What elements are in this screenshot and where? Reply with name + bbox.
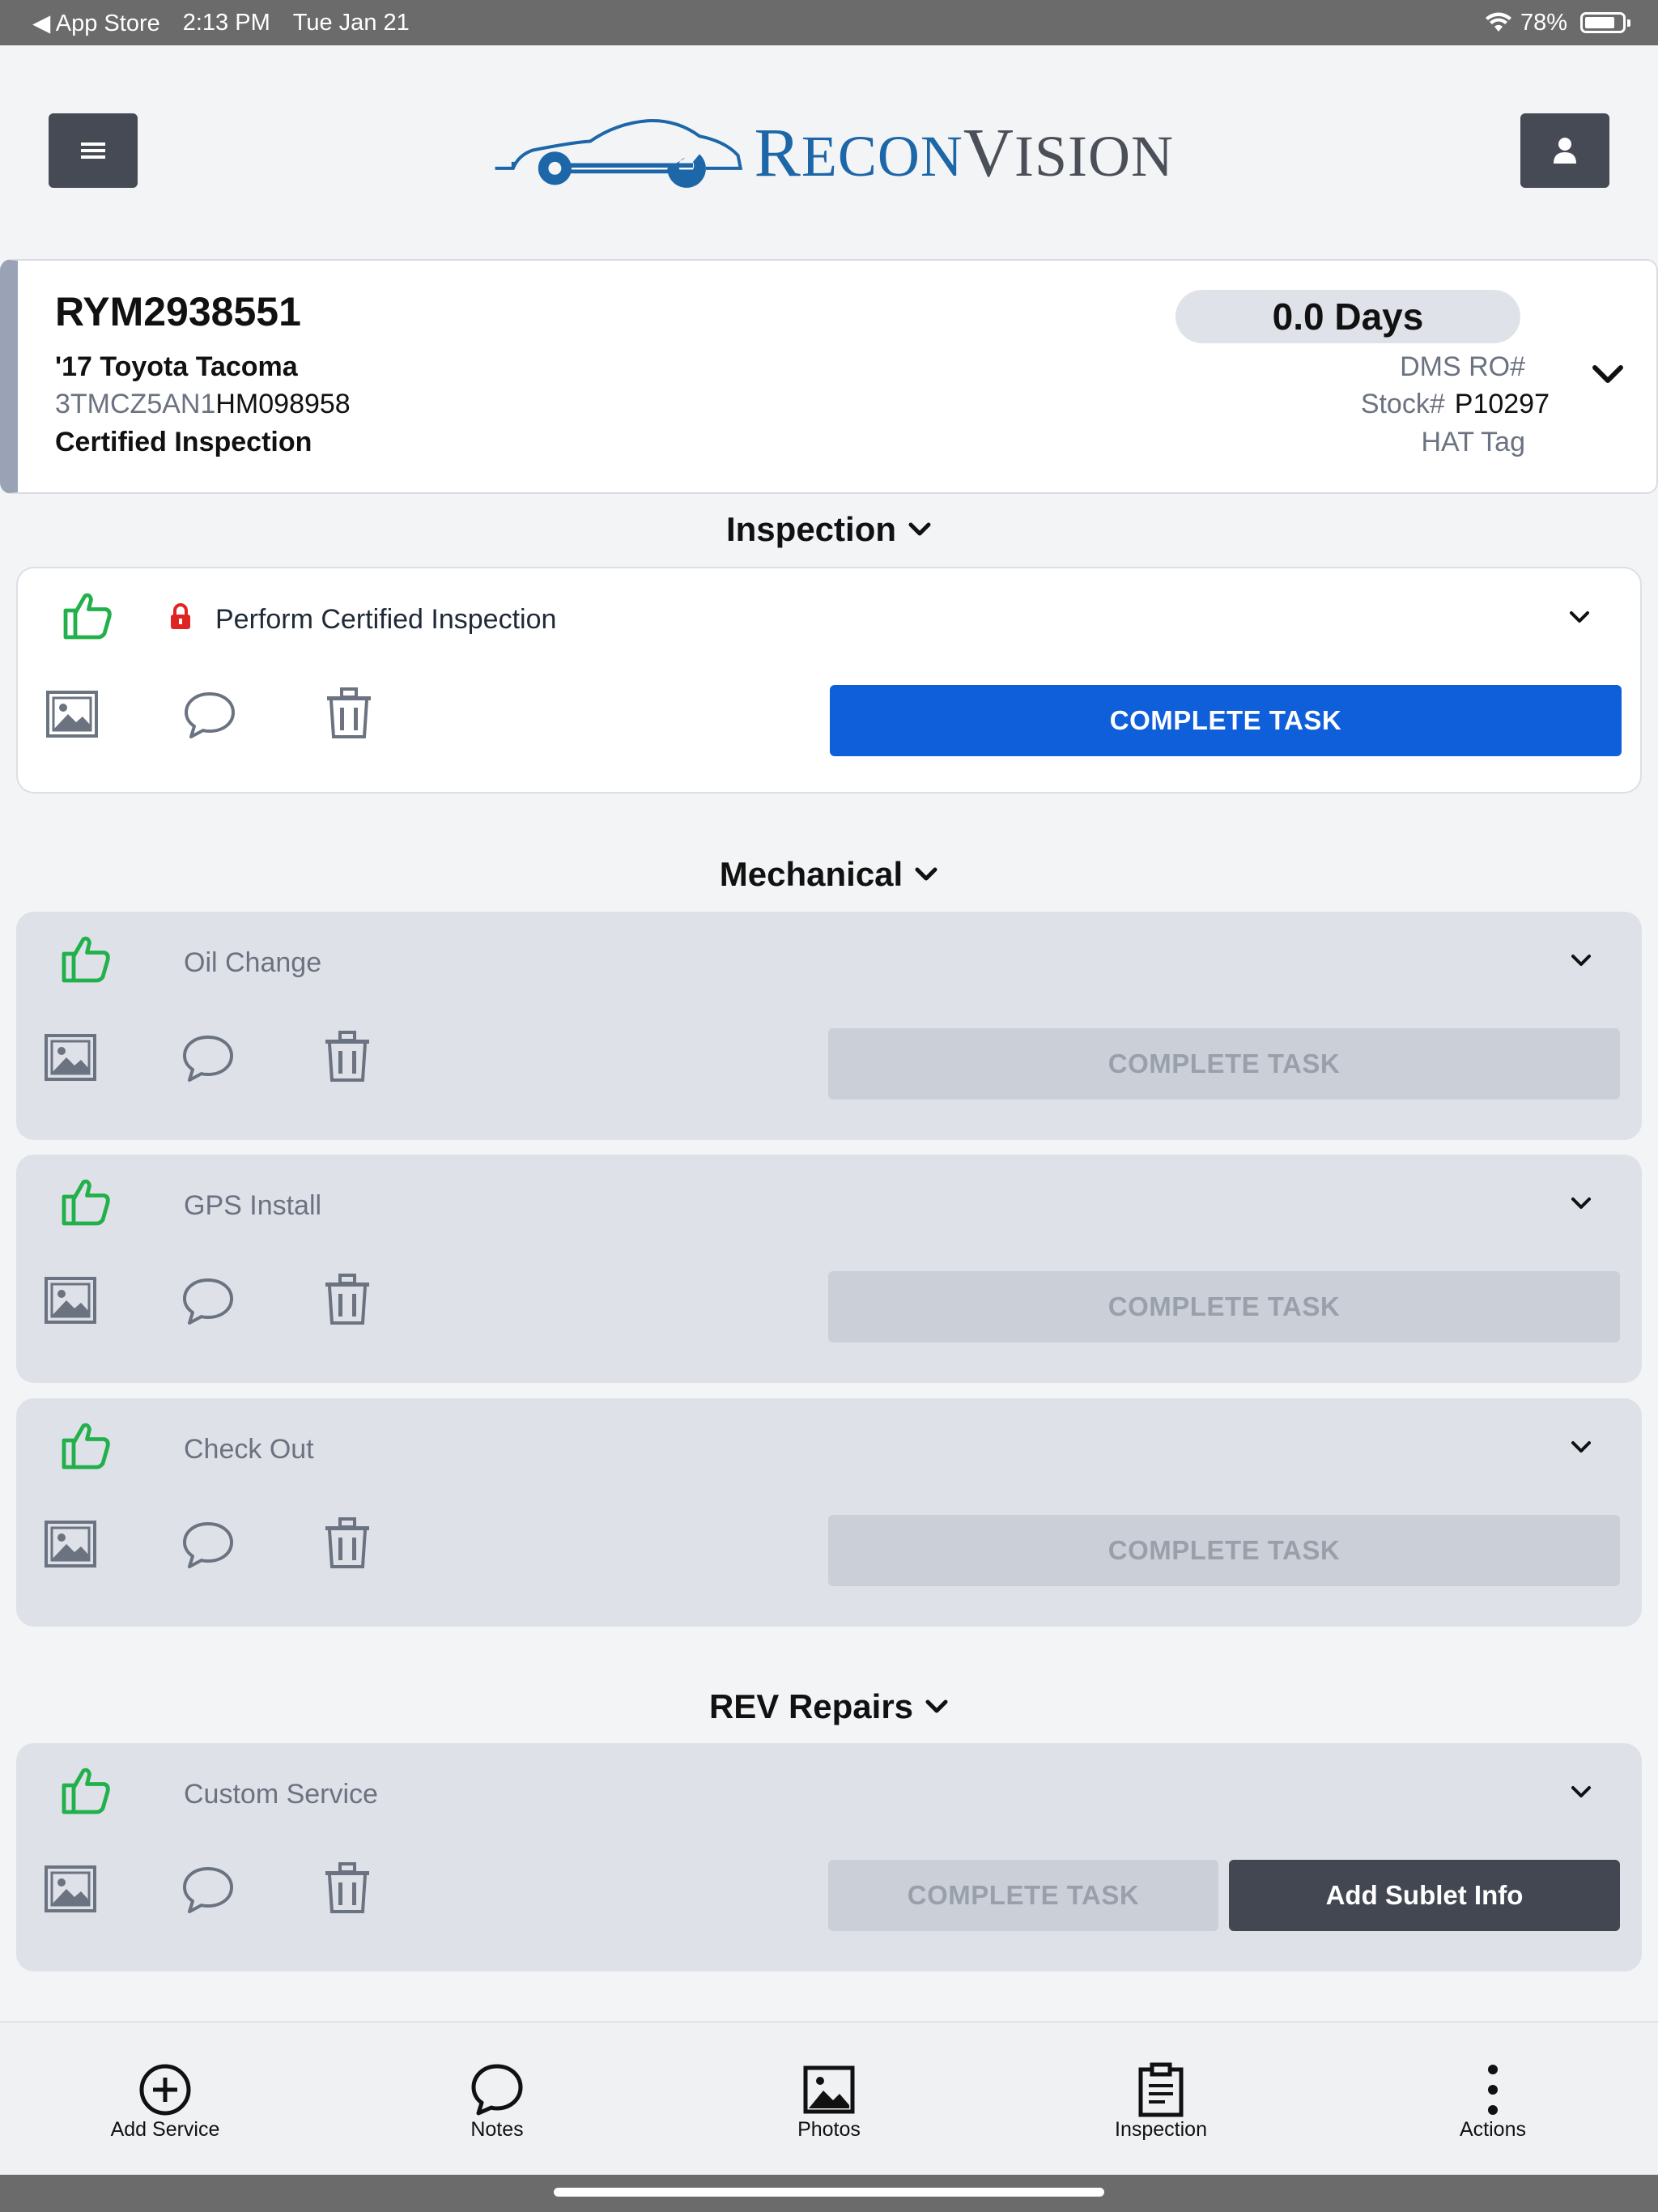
task-delete-icon[interactable]: [322, 1273, 372, 1326]
more-vertical-icon: [1488, 2065, 1498, 2115]
thumbs-up-icon[interactable]: [57, 929, 115, 988]
chevron-down-icon: [915, 867, 937, 881]
task-note-icon[interactable]: [181, 1865, 235, 1915]
section-header-mechanical[interactable]: Mechanical: [0, 855, 1658, 894]
tab-actions[interactable]: Actions: [1371, 2023, 1614, 2176]
battery-percent: 78%: [1520, 9, 1567, 36]
wifi-icon: [1485, 12, 1511, 32]
menu-button[interactable]: [49, 113, 138, 188]
tab-notes[interactable]: Notes: [376, 2023, 619, 2176]
battery-icon: [1580, 12, 1630, 33]
task-expand-chevron-icon[interactable]: [1571, 954, 1592, 968]
task-card-oil-change: Oil Change COMPLETE TASK: [16, 912, 1642, 1140]
task-card-custom-service: Custom Service COMPLETE TASK Add Sublet …: [16, 1743, 1642, 1972]
task-photo-icon[interactable]: [45, 690, 99, 738]
stock-value: P10297: [1454, 389, 1550, 419]
stock-number-line: Stock# P10297: [1361, 389, 1550, 420]
task-delete-icon[interactable]: [324, 687, 374, 740]
tab-add-service[interactable]: Add Service: [44, 2023, 287, 2176]
task-note-icon[interactable]: [181, 1520, 235, 1570]
days-in-recon-badge: 0.0 Days: [1175, 290, 1520, 343]
back-to-app-store[interactable]: ◀ App Store: [32, 9, 160, 37]
task-name: Check Out: [184, 1434, 314, 1465]
vehicle-stock-id: RYM2938551: [55, 289, 301, 334]
complete-task-button[interactable]: COMPLETE TASK: [830, 685, 1622, 756]
status-bar: ◀ App Store 2:13 PM Tue Jan 21 78%: [0, 0, 1658, 45]
task-expand-chevron-icon[interactable]: [1571, 1197, 1592, 1211]
hamburger-icon: [81, 143, 105, 159]
thumbs-up-icon[interactable]: [57, 1761, 115, 1819]
chat-bubble-icon: [471, 2064, 523, 2116]
home-indicator[interactable]: [554, 2188, 1104, 2197]
dms-ro-line: DMS RO#: [1400, 351, 1535, 383]
tab-label: Notes: [470, 2118, 524, 2141]
complete-task-button[interactable]: COMPLETE TASK: [828, 1271, 1620, 1342]
task-delete-icon[interactable]: [322, 1516, 372, 1570]
task-card-perform-certified-inspection: Perform Certified Inspection COMPLETE TA…: [16, 567, 1642, 793]
task-photo-icon[interactable]: [44, 1520, 97, 1568]
complete-task-button[interactable]: COMPLETE TASK: [828, 1028, 1620, 1100]
add-circle-icon: [139, 2064, 191, 2116]
task-photo-icon[interactable]: [44, 1276, 97, 1325]
section-header-inspection[interactable]: Inspection: [0, 510, 1658, 549]
vin-prefix: 3TMCZ5AN1: [55, 389, 216, 419]
vehicle-model: '17 Toyota Tacoma: [55, 351, 298, 382]
inspection-type: Certified Inspection: [55, 427, 312, 457]
task-name: Custom Service: [184, 1779, 378, 1810]
task-name: GPS Install: [184, 1190, 322, 1221]
status-date: Tue Jan 21: [292, 9, 410, 36]
task-note-icon[interactable]: [181, 1033, 235, 1083]
tab-label: Add Service: [110, 2118, 220, 2141]
bottom-tab-bar: Add Service Notes Photos Inspection Acti…: [0, 2021, 1658, 2175]
dms-ro-label: DMS RO#: [1400, 351, 1525, 382]
task-name: Oil Change: [184, 947, 322, 978]
chevron-down-icon: [908, 522, 931, 536]
task-card-gps-install: GPS Install COMPLETE TASK: [16, 1155, 1642, 1383]
task-photo-icon[interactable]: [44, 1033, 97, 1082]
complete-task-button[interactable]: COMPLETE TASK: [828, 1515, 1620, 1586]
vehicle-summary-card[interactable]: RYM2938551 '17 Toyota Tacoma 3TMCZ5AN1HM…: [0, 259, 1658, 494]
vehicle-vin: 3TMCZ5AN1HM098958: [55, 389, 351, 420]
task-card-check-out: Check Out COMPLETE TASK: [16, 1398, 1642, 1627]
task-expand-chevron-icon[interactable]: [1571, 1440, 1592, 1455]
user-icon: [1554, 138, 1576, 164]
status-time: 2:13 PM: [182, 9, 270, 36]
task-delete-icon[interactable]: [322, 1861, 372, 1915]
expand-chevron-icon[interactable]: [1592, 364, 1624, 385]
add-sublet-info-button[interactable]: Add Sublet Info: [1229, 1860, 1620, 1931]
task-expand-chevron-icon[interactable]: [1571, 1785, 1592, 1800]
section-header-rev-repairs[interactable]: REV Repairs: [0, 1687, 1658, 1726]
task-note-icon[interactable]: [181, 1276, 235, 1326]
clipboard-icon: [1138, 2062, 1184, 2117]
hat-tag-label: HAT Tag: [1421, 427, 1525, 457]
task-expand-chevron-icon[interactable]: [1569, 610, 1590, 625]
task-note-icon[interactable]: [183, 690, 236, 740]
logo-wordmark: RECONVISION: [754, 113, 1174, 191]
complete-task-button[interactable]: COMPLETE TASK: [828, 1860, 1218, 1931]
thumbs-up-icon[interactable]: [57, 1172, 115, 1231]
thumbs-up-icon[interactable]: [58, 586, 117, 644]
app-header: RECONVISION: [0, 45, 1658, 256]
tab-photos[interactable]: Photos: [708, 2023, 950, 2176]
reconvision-logo: RECONVISION: [494, 104, 1174, 201]
lock-icon: [171, 603, 190, 629]
tab-inspection[interactable]: Inspection: [1039, 2023, 1282, 2176]
tab-label: Inspection: [1115, 2118, 1207, 2141]
image-icon: [803, 2065, 855, 2114]
stock-label: Stock#: [1360, 389, 1445, 419]
task-delete-icon[interactable]: [322, 1030, 372, 1083]
task-name: Perform Certified Inspection: [215, 604, 557, 635]
tab-label: Actions: [1460, 2118, 1526, 2141]
hat-tag-line: HAT Tag: [1421, 427, 1535, 458]
vin-suffix: HM098958: [215, 389, 351, 419]
chevron-down-icon: [925, 1699, 948, 1713]
home-indicator-bar: [0, 2175, 1658, 2212]
thumbs-up-icon[interactable]: [57, 1416, 115, 1474]
tab-label: Photos: [797, 2118, 861, 2141]
task-photo-icon[interactable]: [44, 1865, 97, 1913]
car-wrench-logo-icon: [495, 119, 743, 188]
user-profile-button[interactable]: [1520, 113, 1609, 188]
